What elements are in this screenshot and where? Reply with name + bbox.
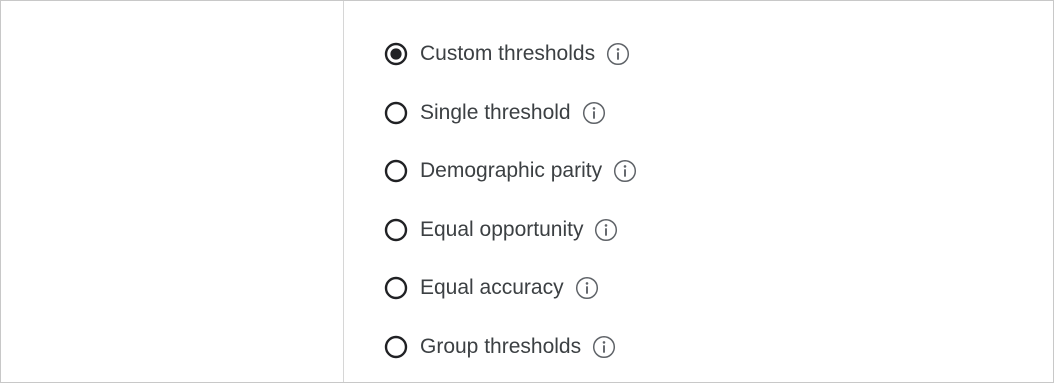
radio-option-equal-accuracy[interactable]: Equal accuracy bbox=[373, 265, 638, 311]
info-icon[interactable] bbox=[574, 275, 600, 301]
radio-option-demographic-parity[interactable]: Demographic parity bbox=[373, 148, 638, 194]
radio-label: Equal opportunity bbox=[420, 217, 584, 241]
radio-unchecked-icon bbox=[384, 335, 408, 358]
radio-label: Custom thresholds bbox=[420, 42, 596, 65]
info-icon[interactable] bbox=[612, 158, 638, 184]
radio-label: Group thresholds bbox=[420, 334, 582, 358]
info-icon[interactable] bbox=[593, 217, 619, 243]
radio-button[interactable] bbox=[373, 265, 419, 311]
radio-option-group-thresholds[interactable]: Group thresholds bbox=[373, 324, 638, 370]
radio-selected-dot bbox=[390, 48, 402, 60]
radio-button[interactable] bbox=[373, 90, 419, 136]
radio-checked-icon bbox=[384, 42, 408, 66]
threshold-panel: Custom thresholds Single threshold Demog… bbox=[0, 0, 1054, 383]
info-icon[interactable] bbox=[581, 100, 607, 126]
info-icon-glyph bbox=[582, 101, 605, 124]
radio-button[interactable] bbox=[373, 207, 419, 253]
info-icon-glyph bbox=[595, 218, 618, 241]
radio-label: Demographic parity bbox=[420, 159, 603, 182]
threshold-radio-group: Custom thresholds Single threshold Demog… bbox=[373, 31, 638, 382]
info-icon-glyph bbox=[607, 42, 630, 66]
radio-unchecked-icon bbox=[384, 276, 408, 300]
info-icon-glyph bbox=[575, 276, 598, 300]
radio-button[interactable] bbox=[373, 148, 419, 194]
radio-option-equal-opportunity[interactable]: Equal opportunity bbox=[373, 207, 638, 253]
info-icon[interactable] bbox=[591, 334, 617, 360]
radio-option-custom-thresholds[interactable]: Custom thresholds bbox=[373, 31, 638, 77]
info-icon-glyph bbox=[614, 159, 637, 183]
column-divider bbox=[343, 1, 344, 382]
radio-option-single-threshold[interactable]: Single threshold bbox=[373, 90, 638, 136]
radio-button[interactable] bbox=[373, 324, 419, 370]
radio-label: Equal accuracy bbox=[420, 276, 564, 299]
radio-label: Single threshold bbox=[420, 100, 571, 124]
radio-button[interactable] bbox=[373, 31, 419, 77]
radio-unchecked-icon bbox=[384, 159, 408, 183]
info-icon-glyph bbox=[593, 335, 616, 358]
info-icon[interactable] bbox=[605, 41, 631, 67]
radio-unchecked-icon bbox=[384, 218, 408, 241]
radio-unchecked-icon bbox=[384, 101, 408, 124]
